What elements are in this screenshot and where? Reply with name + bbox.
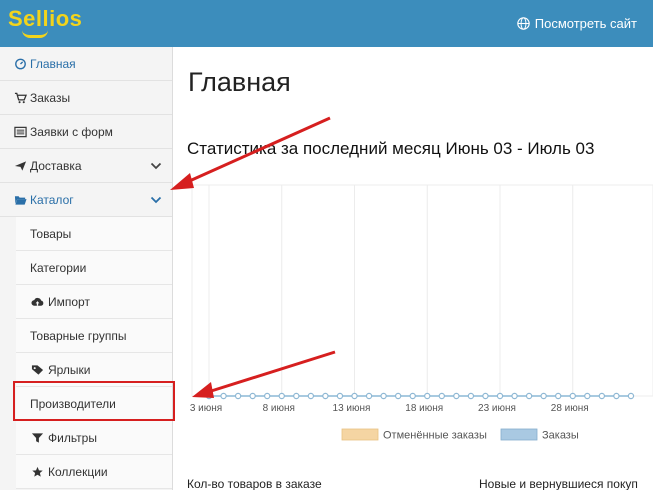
chart-point xyxy=(511,392,518,400)
chart-point xyxy=(627,392,635,400)
globe-icon xyxy=(517,17,530,30)
chart-x-tick-label: 28 июня xyxy=(551,403,589,414)
chart-point xyxy=(482,392,489,400)
chart-point xyxy=(467,392,475,400)
chart-point xyxy=(584,392,591,400)
chart-legend-label: Отменённые заказы xyxy=(383,430,487,442)
star-icon xyxy=(30,466,44,478)
dashboard-icon xyxy=(13,58,27,70)
chart-point xyxy=(322,392,329,400)
page-title: Главная xyxy=(188,67,291,97)
chart-plot-area xyxy=(191,184,653,397)
logo-smile-icon xyxy=(22,30,48,38)
sidebar-item-label: Главная xyxy=(30,56,76,71)
chart-point xyxy=(336,392,344,400)
chart-point xyxy=(555,392,562,400)
sidebar-item-label: Заявки с форм xyxy=(30,124,113,139)
sidebar-item-labels[interactable]: Ярлыки xyxy=(16,353,172,387)
chart-point xyxy=(569,392,576,400)
chart-point xyxy=(453,392,460,400)
sidebar-item-label: Импорт xyxy=(48,294,90,309)
sidebar-item-categories[interactable]: Категории xyxy=(16,251,172,285)
orders-chart: 3 июня 8 июня 13 июня 18 июня 23 июня 28 июня… xyxy=(190,184,653,442)
chart-point xyxy=(394,392,402,400)
paper-plane-icon xyxy=(13,160,27,172)
sidebar-item-label: Доставка xyxy=(30,158,82,173)
tag-icon xyxy=(30,364,44,376)
main-content: Главная Статистика за последний месяц Ию… xyxy=(174,47,653,490)
chart-point xyxy=(220,392,227,400)
sidebar-item-products[interactable]: Товары xyxy=(16,217,172,251)
folder-open-icon xyxy=(13,194,27,206)
sidebar-item-label: Коллекции xyxy=(48,464,108,479)
chart-legend-swatch xyxy=(500,428,538,441)
sidebar-item-manufacturers[interactable]: Производители xyxy=(16,387,172,421)
sidebar-item-label: Товары xyxy=(30,226,72,241)
chart-point xyxy=(351,392,358,400)
view-site-link[interactable]: Посмотреть сайт xyxy=(517,16,637,31)
sidebar-item-delivery[interactable]: Доставка xyxy=(0,149,172,183)
items-per-order-heading: Кол-во товаров в заказе xyxy=(187,477,322,490)
chart-point xyxy=(205,392,213,400)
chart-point xyxy=(234,392,242,400)
sidebar-item-label: Товарные группы xyxy=(30,328,127,343)
chart-point xyxy=(496,392,504,400)
chart-point xyxy=(293,392,300,400)
chart-point xyxy=(525,392,533,400)
chart-x-tick-label: 8 июня xyxy=(263,403,295,414)
logo[interactable]: Sellios xyxy=(8,6,82,32)
cloud-upload-icon xyxy=(30,296,44,308)
sidebar-item-catalog[interactable]: Каталог xyxy=(0,183,172,217)
catalog-submenu: Товары Категории Импорт Товарные группы … xyxy=(0,217,172,489)
stats-title: Статистика за последний месяц Июнь 03 - … xyxy=(187,139,595,158)
sidebar-item-collections[interactable]: Коллекции xyxy=(16,455,172,489)
chart-point xyxy=(598,392,606,400)
chevron-down-icon[interactable] xyxy=(150,160,162,172)
chart-point xyxy=(540,392,547,400)
list-icon xyxy=(13,126,27,138)
top-bar: Sellios Посмотреть сайт xyxy=(0,0,653,47)
sidebar-item-filters[interactable]: Фильтры xyxy=(16,421,172,455)
chart-point xyxy=(263,392,271,400)
sidebar-item-form-requests[interactable]: Заявки с форм xyxy=(0,115,172,149)
sidebar-item-label: Каталог xyxy=(30,192,74,207)
sidebar: Главная Заказы Заявки с форм Доставка Ка… xyxy=(0,47,173,490)
chart-point xyxy=(278,392,285,400)
sidebar-item-label: Категории xyxy=(30,260,87,275)
chart-legend-label: Заказы xyxy=(542,430,579,442)
chart-x-tick-label: 18 июня xyxy=(405,403,443,414)
sidebar-item-home[interactable]: Главная xyxy=(0,47,172,81)
sidebar-item-product-groups[interactable]: Товарные группы xyxy=(16,319,172,353)
chart-x-tick-label: 23 июня xyxy=(478,403,516,414)
chart-x-tick-label: 3 июня xyxy=(190,403,222,414)
chart-point xyxy=(249,392,256,400)
sidebar-item-label: Производители xyxy=(30,396,116,411)
sidebar-item-orders[interactable]: Заказы xyxy=(0,81,172,115)
chevron-down-icon[interactable] xyxy=(150,194,162,206)
sidebar-item-label: Заказы xyxy=(30,90,71,105)
chart-x-tick-label: 13 июня xyxy=(333,403,371,414)
sidebar-item-label: Фильтры xyxy=(48,430,97,445)
chart-point xyxy=(438,392,445,400)
chart-point xyxy=(380,392,387,400)
filter-icon xyxy=(30,432,44,444)
sidebar-item-import[interactable]: Импорт xyxy=(16,285,172,319)
chart-point xyxy=(424,392,431,400)
cart-icon xyxy=(13,92,27,104)
chart-point xyxy=(365,392,373,400)
new-returning-customers-heading: Новые и вернувшиеся покуп xyxy=(479,477,638,490)
sidebar-item-label: Ярлыки xyxy=(48,362,91,377)
chart-point xyxy=(613,392,620,400)
chart-point xyxy=(409,392,416,400)
chart-point xyxy=(307,392,315,400)
chart-legend-swatch xyxy=(341,428,379,441)
view-site-label: Посмотреть сайт xyxy=(534,16,637,31)
